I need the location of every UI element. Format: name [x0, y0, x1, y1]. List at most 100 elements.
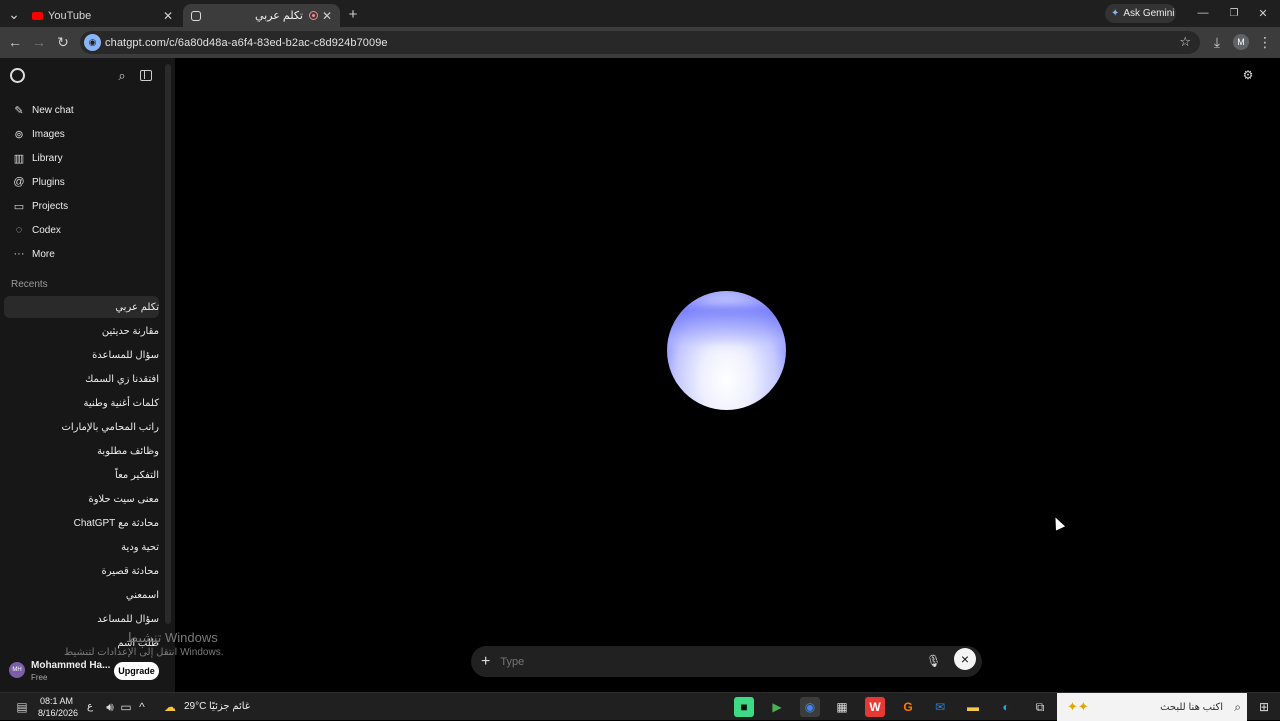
- wps-icon[interactable]: W: [865, 697, 885, 717]
- task-view-icon[interactable]: ⧉: [1030, 697, 1050, 717]
- recent-chat-item[interactable]: التفكير معاً: [4, 464, 159, 486]
- sidebar-scrollbar[interactable]: [165, 64, 171, 624]
- chevron-up-icon[interactable]: ^: [132, 697, 152, 717]
- recent-chat-label: محادثة مع ChatGPT: [73, 517, 159, 529]
- sidebar-item-plugins[interactable]: @ Plugins: [4, 171, 159, 193]
- user-name: Mohammed Ha...: [31, 660, 111, 671]
- voice-mode-area: ⚙ + 🎙︎ ×: [175, 58, 1280, 692]
- tab-title: YouTube: [48, 9, 92, 22]
- chatgpt-favicon-icon: [191, 10, 201, 21]
- more-icon: ···: [13, 248, 25, 260]
- new-tab-button[interactable]: +: [343, 4, 363, 24]
- tab-search-icon[interactable]: ⌄: [4, 4, 24, 24]
- user-plan: Free: [31, 673, 48, 682]
- copilot-sparkle-icon: ✦✦: [1067, 699, 1089, 714]
- ask-gemini-label: Ask Gemini: [1123, 8, 1175, 19]
- upgrade-button[interactable]: Upgrade: [114, 662, 159, 680]
- type-input[interactable]: [500, 651, 901, 672]
- end-voice-button[interactable]: ×: [954, 648, 976, 670]
- recent-chat-item[interactable]: وظائف مطلوبة: [4, 440, 159, 462]
- window-close-icon[interactable]: ✕: [1253, 3, 1273, 23]
- file-explorer-icon[interactable]: ▬: [963, 697, 983, 717]
- sidebar-item-new-chat[interactable]: ✎ New chat: [4, 99, 159, 121]
- profile-avatar[interactable]: M: [1233, 34, 1249, 50]
- site-info-icon[interactable]: ◉: [84, 34, 101, 51]
- sidebar-item-images[interactable]: ⊚ Images: [4, 123, 159, 145]
- back-icon[interactable]: ←: [5, 32, 25, 52]
- browser-toolbar: ← → ↻ ◉ chatgpt.com/c/6a80d48a-a6f4-83ed…: [0, 27, 1280, 58]
- tab-youtube[interactable]: YouTube ✕: [26, 4, 181, 27]
- recent-chat-label: اسمعني: [125, 589, 159, 601]
- notification-icon[interactable]: ▤: [12, 697, 32, 717]
- search-placeholder: اكتب هنا للبحث: [1160, 701, 1223, 713]
- minimize-icon[interactable]: —: [1193, 3, 1213, 23]
- app-icon-g[interactable]: G: [898, 697, 918, 717]
- recent-chat-item[interactable]: سؤال للمساعد: [4, 608, 159, 630]
- recent-chat-item[interactable]: اسمعني: [4, 584, 159, 606]
- mail-icon[interactable]: ✉: [930, 697, 950, 717]
- windows-start-icon[interactable]: ⊞: [1254, 697, 1274, 717]
- mic-muted-icon[interactable]: 🎙︎: [926, 654, 941, 668]
- app-icon-play[interactable]: ▶: [767, 697, 787, 717]
- voice-input-bar[interactable]: + 🎙︎: [471, 646, 982, 677]
- search-icon: ⌕: [1234, 699, 1241, 714]
- browser-tab-strip: ⌄ YouTube ✕ تكلم عربي ✕ + ✦ Ask Gemini —…: [0, 0, 1280, 27]
- recent-chat-item[interactable]: مقارنة حديثين: [4, 320, 159, 342]
- youtube-icon: [32, 11, 43, 20]
- recent-chat-item[interactable]: محادثة قصيرة: [4, 560, 159, 582]
- recent-chat-item[interactable]: سؤال للمساعدة: [4, 344, 159, 366]
- close-icon[interactable]: ✕: [322, 9, 332, 23]
- store-icon[interactable]: ▦: [832, 697, 852, 717]
- close-icon[interactable]: ✕: [163, 9, 173, 23]
- gemini-sparkle-icon: ✦: [1111, 8, 1120, 19]
- kebab-menu-icon[interactable]: ⋮: [1255, 32, 1275, 52]
- images-icon: ⊚: [14, 128, 24, 141]
- search-icon[interactable]: ⌕: [112, 66, 132, 86]
- sidebar-item-projects[interactable]: ▭ Projects: [4, 195, 159, 217]
- bookmark-star-icon[interactable]: ☆: [1179, 34, 1191, 50]
- ask-gemini-button[interactable]: ✦ Ask Gemini: [1105, 4, 1176, 23]
- recent-chat-item[interactable]: كلمات أغنية وطنية: [4, 392, 159, 414]
- restore-icon[interactable]: ❐: [1224, 3, 1244, 23]
- download-icon[interactable]: ⤓: [1207, 32, 1227, 52]
- sidebar-item-label: More: [32, 248, 55, 260]
- taskbar-search[interactable]: ✦✦ اكتب هنا للبحث ⌕: [1057, 693, 1247, 721]
- weather-icon: ☁: [164, 700, 176, 714]
- recent-chat-label: كلمات أغنية وطنية: [83, 397, 159, 409]
- recent-chat-item[interactable]: معنى سيت حلاوة: [4, 488, 159, 510]
- clock-time: 08:1 AM: [40, 696, 74, 706]
- sidebar-item-codex[interactable]: ◌ Codex: [4, 219, 159, 241]
- openai-logo-icon[interactable]: [10, 68, 25, 83]
- url-text: chatgpt.com/c/6a80d48a-a6f4-83ed-b2ac-c8…: [105, 36, 388, 49]
- codex-icon: ◌: [15, 224, 23, 236]
- recent-chat-label: وظائف مطلوبة: [97, 445, 159, 457]
- voice-orb: [667, 291, 786, 410]
- sidebar-item-label: Plugins: [32, 176, 65, 188]
- recent-chat-item[interactable]: راتب المحامي بالإمارات: [4, 416, 159, 438]
- chrome-icon[interactable]: ◉: [800, 697, 820, 717]
- plus-icon[interactable]: +: [481, 653, 490, 671]
- tab-chatgpt[interactable]: تكلم عربي ✕: [183, 4, 340, 27]
- avatar: MH: [9, 662, 25, 678]
- windows-taskbar: ▤ 08:1 AM 8/16/2026 ع 🔊︎ ▭ ^ ☁ 29°C غائم…: [0, 692, 1280, 721]
- recent-chat-label: معنى سيت حلاوة: [88, 493, 159, 505]
- sidebar-toggle-icon[interactable]: [140, 70, 152, 81]
- windows-activation-subtitle: انتقل إلى الإعدادات لتنشيط Windows.: [64, 647, 224, 658]
- weather-temp: 29°C: [184, 701, 207, 712]
- recent-chat-item[interactable]: محادثة مع ChatGPT: [4, 512, 159, 534]
- language-indicator[interactable]: ع: [87, 701, 93, 712]
- reload-icon[interactable]: ↻: [53, 32, 73, 52]
- recent-chat-item[interactable]: تكلم عربي: [4, 296, 159, 318]
- edge-icon[interactable]: ◐: [996, 697, 1016, 717]
- recent-chat-label: تحية ودية: [121, 541, 159, 553]
- recent-chat-item[interactable]: تحية ودية: [4, 536, 159, 558]
- recent-chat-item[interactable]: افتقدنا زي السمك: [4, 368, 159, 390]
- recent-chat-label: محادثة قصيرة: [101, 565, 159, 577]
- sidebar-item-library[interactable]: ▥ Library: [4, 147, 159, 169]
- app-icon-android[interactable]: ■: [734, 697, 754, 717]
- forward-icon[interactable]: →: [29, 32, 49, 52]
- user-profile[interactable]: MH Mohammed Ha... Free Upgrade: [0, 654, 175, 692]
- sidebar-item-more[interactable]: ··· More: [4, 243, 159, 265]
- address-bar[interactable]: ◉ chatgpt.com/c/6a80d48a-a6f4-83ed-b2ac-…: [80, 31, 1200, 54]
- settings-sliders-icon[interactable]: ⚙: [1241, 68, 1255, 82]
